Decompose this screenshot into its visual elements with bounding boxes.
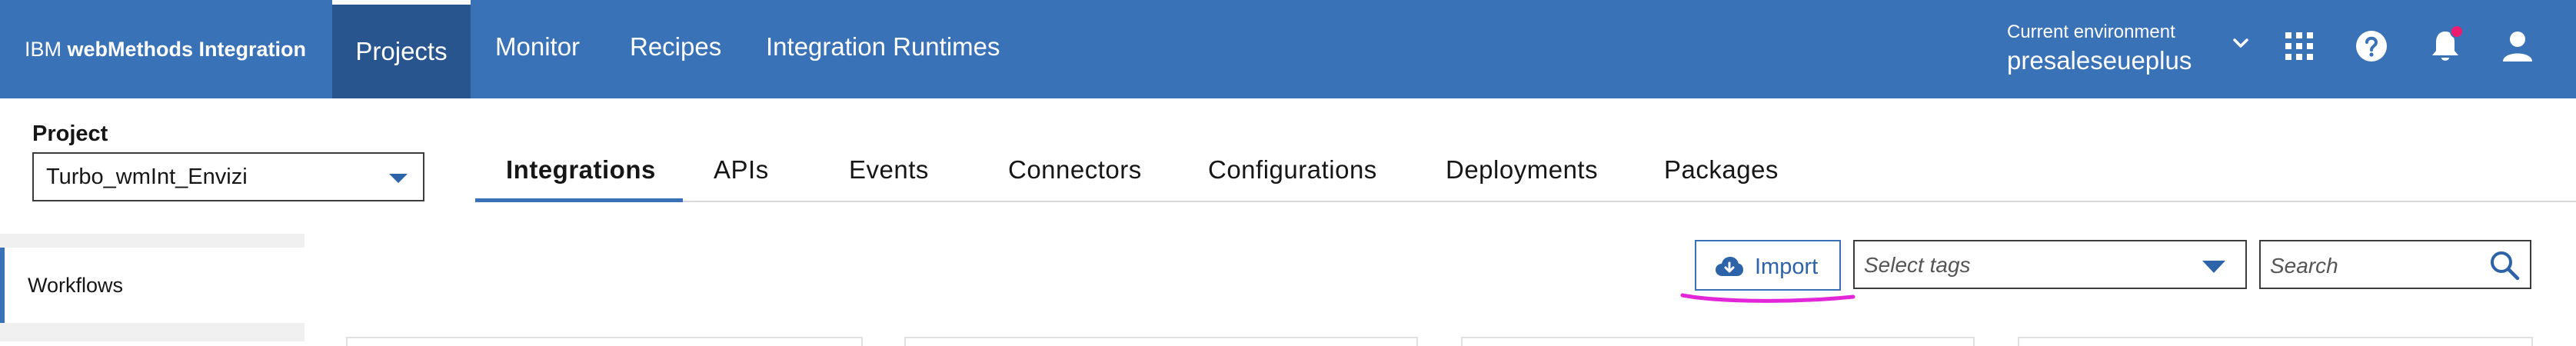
nav-item-recipes[interactable]: Recipes bbox=[630, 0, 721, 98]
import-button-label: Import bbox=[1755, 255, 1819, 279]
tags-dropdown-placeholder: Select tags bbox=[1864, 253, 1971, 277]
nav-item-label: Recipes bbox=[630, 32, 722, 61]
tab-apis[interactable]: APIs bbox=[714, 151, 769, 201]
search-field[interactable] bbox=[2259, 240, 2531, 289]
highlight-underline bbox=[1680, 293, 1855, 303]
brand-logo[interactable]: IBM webMethods Integration bbox=[25, 34, 306, 65]
brand-name: webMethods Integration bbox=[67, 38, 307, 61]
cloud-download-icon bbox=[1716, 257, 1743, 276]
search-input[interactable] bbox=[2268, 249, 2479, 283]
tab-connectors[interactable]: Connectors bbox=[1008, 151, 1142, 201]
active-tab-indicator bbox=[475, 198, 683, 202]
import-button[interactable]: Import bbox=[1695, 240, 1841, 291]
project-label: Project bbox=[32, 121, 108, 146]
brand-prefix: IBM bbox=[25, 38, 62, 61]
nav-item-label: Monitor bbox=[495, 32, 581, 61]
environment-label: Current environment bbox=[2007, 22, 2175, 42]
notification-unread-dot bbox=[2450, 25, 2464, 38]
user-avatar-icon[interactable] bbox=[2499, 28, 2536, 65]
apps-grid-icon[interactable] bbox=[2281, 28, 2318, 65]
project-dropdown[interactable]: Turbo_wmInt_Envizi bbox=[32, 152, 424, 201]
caret-down-icon bbox=[389, 174, 408, 183]
integration-card[interactable] bbox=[1461, 337, 1975, 346]
caret-down-icon bbox=[2202, 261, 2225, 273]
tab-events[interactable]: Events bbox=[849, 151, 929, 201]
search-icon[interactable] bbox=[2488, 249, 2521, 281]
environment-selector[interactable]: presaleseueplus bbox=[2007, 46, 2192, 75]
tab-deployments[interactable]: Deployments bbox=[1446, 151, 1598, 201]
integration-card[interactable] bbox=[2018, 337, 2533, 346]
tags-dropdown[interactable]: Select tags bbox=[1853, 240, 2247, 289]
integration-card[interactable] bbox=[904, 337, 1418, 346]
sidebar-item-workflows[interactable]: Workflows bbox=[0, 248, 305, 323]
nav-item-projects[interactable]: Projects bbox=[332, 0, 471, 98]
tabs-divider bbox=[475, 201, 2576, 202]
top-navigation-bar: IBM webMethods Integration Projects Moni… bbox=[0, 0, 2576, 98]
sidebar-item-label: Workflows bbox=[28, 274, 124, 297]
tab-packages[interactable]: Packages bbox=[1664, 151, 1779, 201]
nav-item-label: Integration Runtimes bbox=[766, 32, 1000, 61]
nav-item-monitor[interactable]: Monitor bbox=[495, 0, 580, 98]
nav-item-label: Projects bbox=[355, 37, 448, 65]
sidebar-spacer bbox=[0, 323, 305, 341]
tab-configurations[interactable]: Configurations bbox=[1208, 151, 1377, 201]
integration-card[interactable] bbox=[346, 337, 863, 346]
tab-integrations[interactable]: Integrations bbox=[506, 151, 656, 201]
help-icon[interactable] bbox=[2353, 28, 2390, 65]
sidebar-spacer bbox=[0, 234, 305, 248]
project-dropdown-value: Turbo_wmInt_Envizi bbox=[46, 165, 248, 189]
nav-item-integration-runtimes[interactable]: Integration Runtimes bbox=[766, 0, 1000, 98]
chevron-down-icon[interactable] bbox=[2230, 32, 2252, 54]
